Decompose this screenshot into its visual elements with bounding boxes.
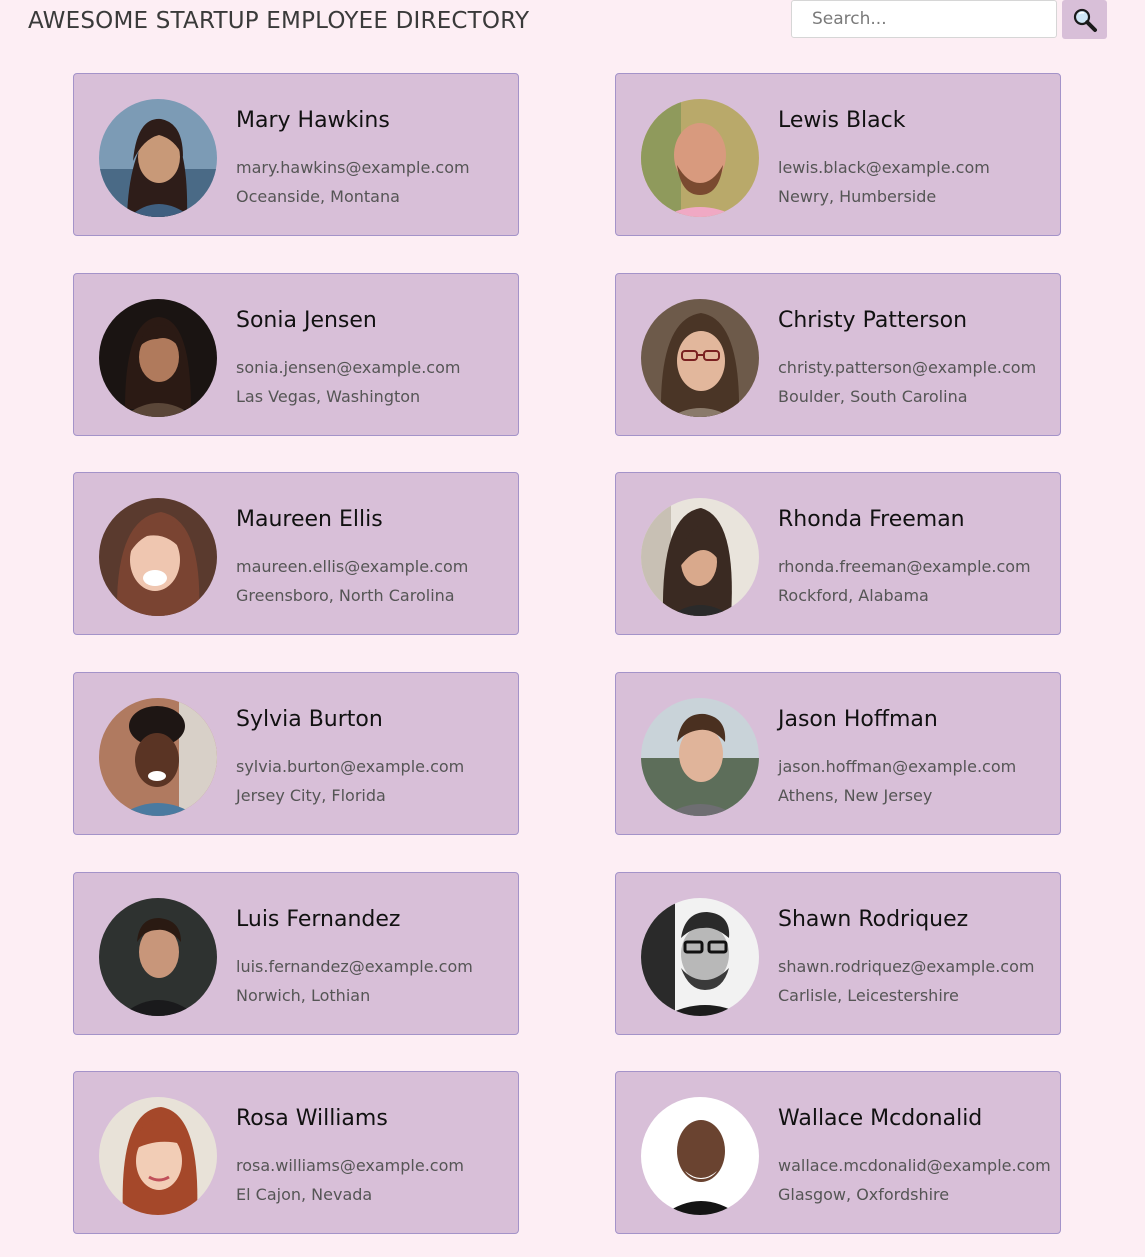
- employee-location: Jersey City, Florida: [236, 786, 386, 805]
- search-button[interactable]: [1062, 0, 1107, 39]
- avatar: [641, 1097, 759, 1215]
- employee-email: rhonda.freeman@example.com: [778, 557, 1031, 576]
- avatar: [641, 498, 759, 616]
- employee-card[interactable]: Luis Fernandez luis.fernandez@example.co…: [73, 872, 519, 1035]
- employee-location: Glasgow, Oxfordshire: [778, 1185, 950, 1204]
- avatar: [641, 698, 759, 816]
- employee-location: Athens, New Jersey: [778, 786, 933, 805]
- employee-location: Norwich, Lothian: [236, 986, 371, 1005]
- employee-card[interactable]: Sylvia Burton sylvia.burton@example.com …: [73, 672, 519, 835]
- employee-email: sonia.jensen@example.com: [236, 358, 461, 377]
- employee-name: Luis Fernandez: [236, 907, 401, 932]
- page-title: AWESOME STARTUP EMPLOYEE DIRECTORY: [28, 8, 530, 34]
- employee-location: Rockford, Alabama: [778, 586, 929, 605]
- employee-name: Shawn Rodriquez: [778, 907, 969, 932]
- employee-email: mary.hawkins@example.com: [236, 158, 470, 177]
- employee-name: Mary Hawkins: [236, 108, 390, 133]
- employee-card[interactable]: Mary Hawkins mary.hawkins@example.com Oc…: [73, 73, 519, 236]
- employee-location: Oceanside, Montana: [236, 187, 400, 206]
- employee-email: jason.hoffman@example.com: [778, 757, 1017, 776]
- employee-location: El Cajon, Nevada: [236, 1185, 373, 1204]
- employee-email: wallace.mcdonalid@example.com: [778, 1156, 1051, 1175]
- employee-email: rosa.williams@example.com: [236, 1156, 464, 1175]
- employee-card[interactable]: Rhonda Freeman rhonda.freeman@example.co…: [615, 472, 1061, 635]
- avatar: [641, 898, 759, 1016]
- avatar: [99, 99, 217, 217]
- avatar: [99, 299, 217, 417]
- avatar: [641, 99, 759, 217]
- employee-name: Maureen Ellis: [236, 507, 383, 532]
- magnifier-icon: [1073, 8, 1097, 32]
- employee-email: luis.fernandez@example.com: [236, 957, 473, 976]
- employee-name: Lewis Black: [778, 108, 906, 133]
- employee-name: Christy Patterson: [778, 308, 968, 333]
- employee-name: Rhonda Freeman: [778, 507, 965, 532]
- employee-name: Sylvia Burton: [236, 707, 383, 732]
- employee-name: Jason Hoffman: [778, 707, 938, 732]
- employee-name: Wallace Mcdonalid: [778, 1106, 983, 1131]
- employee-location: Boulder, South Carolina: [778, 387, 968, 406]
- employee-card[interactable]: Jason Hoffman jason.hoffman@example.com …: [615, 672, 1061, 835]
- search-input[interactable]: [791, 0, 1057, 38]
- employee-card[interactable]: Christy Patterson christy.patterson@exam…: [615, 273, 1061, 436]
- employee-location: Las Vegas, Washington: [236, 387, 421, 406]
- avatar: [99, 1097, 217, 1215]
- avatar: [99, 898, 217, 1016]
- employee-location: Greensboro, North Carolina: [236, 586, 455, 605]
- employee-email: christy.patterson@example.com: [778, 358, 1037, 377]
- employee-name: Sonia Jensen: [236, 308, 377, 333]
- avatar: [641, 299, 759, 417]
- employee-location: Newry, Humberside: [778, 187, 937, 206]
- employee-email: lewis.black@example.com: [778, 158, 990, 177]
- employee-card[interactable]: Rosa Williams rosa.williams@example.com …: [73, 1071, 519, 1234]
- employee-card[interactable]: Shawn Rodriquez shawn.rodriquez@example.…: [615, 872, 1061, 1035]
- employee-email: sylvia.burton@example.com: [236, 757, 465, 776]
- employee-card[interactable]: Wallace Mcdonalid wallace.mcdonalid@exam…: [615, 1071, 1061, 1234]
- employee-email: shawn.rodriquez@example.com: [778, 957, 1035, 976]
- employee-location: Carlisle, Leicestershire: [778, 986, 959, 1005]
- search-form: [791, 0, 1107, 39]
- avatar: [99, 498, 217, 616]
- employee-card[interactable]: Sonia Jensen sonia.jensen@example.com La…: [73, 273, 519, 436]
- employee-card[interactable]: Maureen Ellis maureen.ellis@example.com …: [73, 472, 519, 635]
- employee-name: Rosa Williams: [236, 1106, 388, 1131]
- avatar: [99, 698, 217, 816]
- employee-email: maureen.ellis@example.com: [236, 557, 469, 576]
- employee-card[interactable]: Lewis Black lewis.black@example.com Newr…: [615, 73, 1061, 236]
